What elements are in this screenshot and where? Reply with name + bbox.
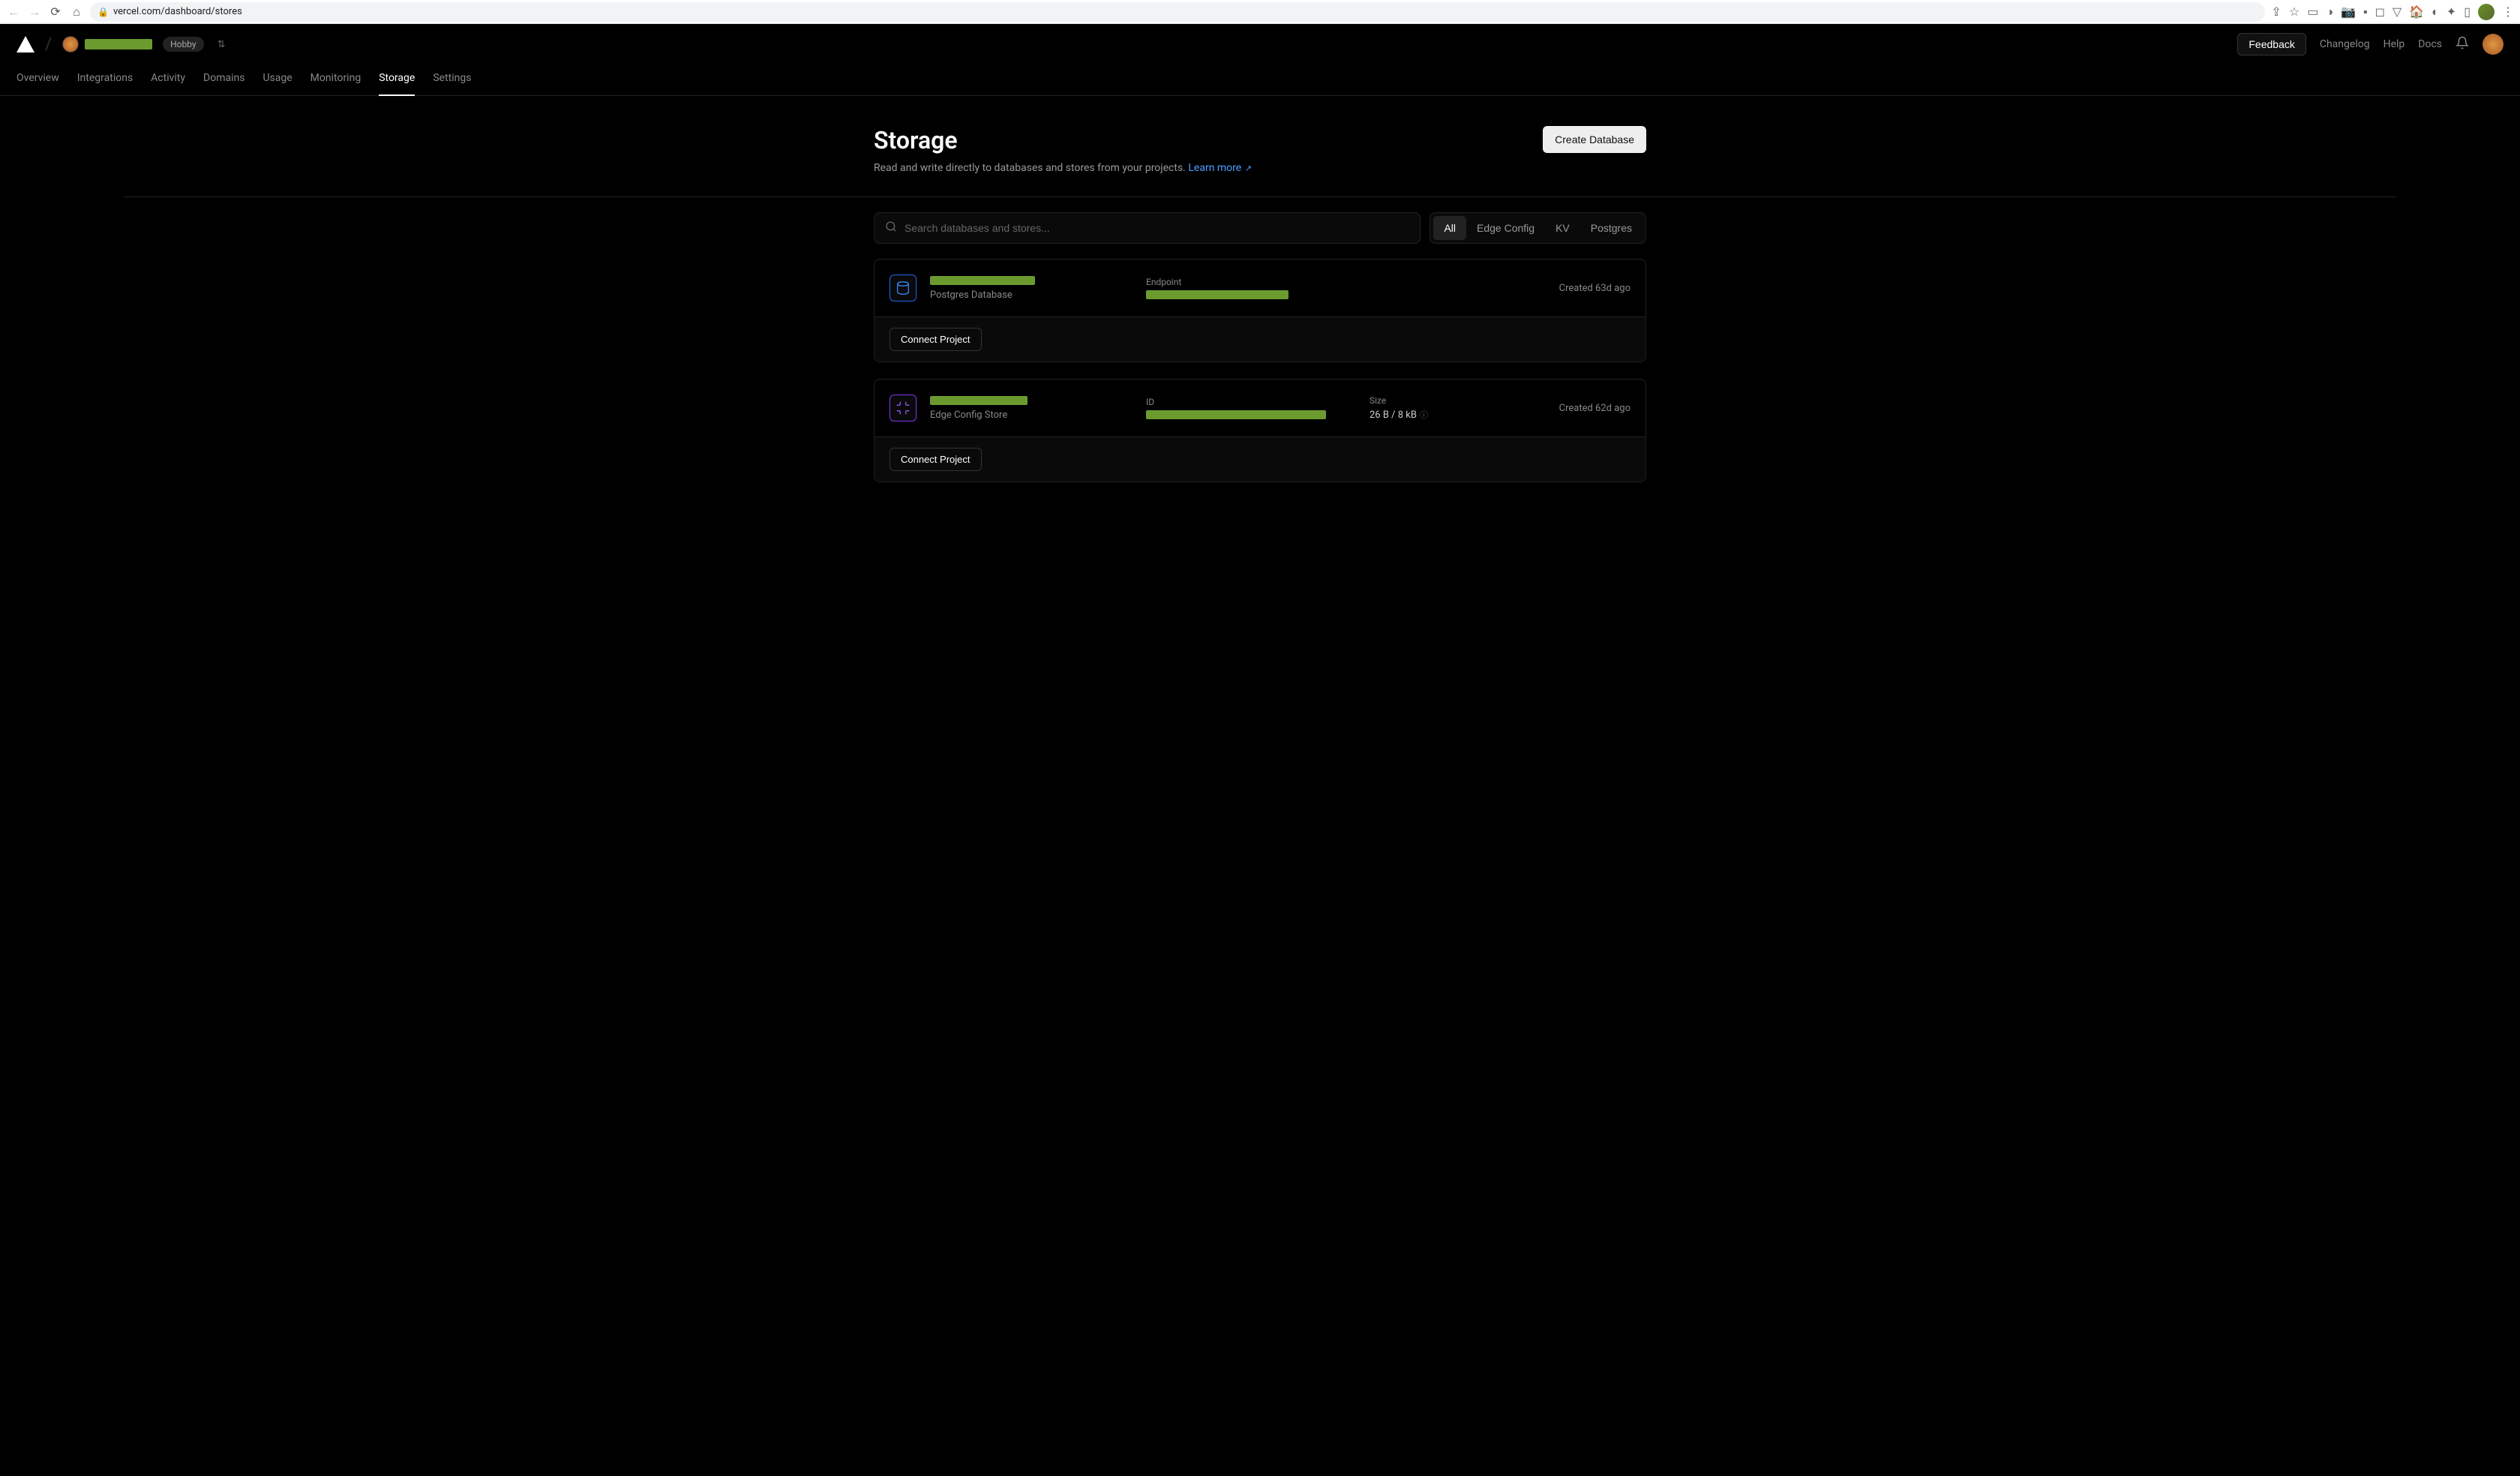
team-name-redacted bbox=[85, 39, 152, 50]
extension-icon-8[interactable]: ◐ bbox=[2432, 4, 2439, 20]
store-created: Created 63d ago bbox=[1559, 283, 1630, 294]
panel-icon[interactable]: ▯ bbox=[2464, 4, 2470, 19]
connect-project-button[interactable]: Connect Project bbox=[890, 448, 982, 471]
store-card-main[interactable]: Postgres Database Endpoint Created 63d a… bbox=[874, 260, 1646, 316]
browser-chrome: ← → ⟳ ⌂ 🔒 vercel.com/dashboard/stores ⇪ … bbox=[0, 0, 2520, 24]
lock-icon: 🔒 bbox=[98, 7, 109, 17]
app: / Hobby ⇅ Feedback Changelog Help Docs O… bbox=[0, 24, 2520, 1476]
info-icon[interactable]: ⓘ bbox=[1420, 410, 1428, 420]
postgres-icon bbox=[890, 274, 916, 302]
extensions-icon[interactable]: ✦ bbox=[2446, 4, 2456, 19]
page-title: Storage bbox=[874, 126, 1252, 154]
store-name-redacted bbox=[930, 276, 1035, 285]
tab-overview[interactable]: Overview bbox=[16, 64, 59, 95]
extension-icon-4[interactable]: ▪ bbox=[2363, 4, 2368, 20]
store-name-redacted bbox=[930, 396, 1028, 405]
forward-button[interactable]: → bbox=[27, 4, 42, 20]
tab-usage[interactable]: Usage bbox=[262, 64, 292, 95]
vercel-logo[interactable] bbox=[16, 36, 34, 52]
page-subtitle: Read and write directly to databases and… bbox=[874, 162, 1252, 174]
back-button[interactable]: ← bbox=[6, 4, 21, 20]
tab-activity[interactable]: Activity bbox=[151, 64, 185, 95]
extension-icon-7[interactable]: 🏠 bbox=[2409, 4, 2424, 19]
store-created: Created 62d ago bbox=[1518, 403, 1630, 414]
top-header: / Hobby ⇅ Feedback Changelog Help Docs bbox=[0, 24, 2520, 64]
filter-postgres[interactable]: Postgres bbox=[1580, 216, 1642, 240]
store-type: Postgres Database bbox=[930, 290, 1132, 301]
meta-label: Endpoint bbox=[1146, 277, 1546, 287]
store-meta-col: ID bbox=[1146, 397, 1356, 419]
search-wrap[interactable] bbox=[874, 212, 1420, 244]
store-meta-col: Endpoint bbox=[1146, 277, 1546, 299]
home-button[interactable]: ⌂ bbox=[69, 4, 84, 20]
store-name-col: Edge Config Store bbox=[930, 396, 1132, 421]
docs-link[interactable]: Docs bbox=[2418, 38, 2442, 50]
extension-icon-2[interactable]: ◑ bbox=[2326, 4, 2333, 20]
header-right: Feedback Changelog Help Docs bbox=[2237, 33, 2504, 56]
create-database-button[interactable]: Create Database bbox=[1543, 126, 1646, 153]
menu-icon[interactable]: ⋮ bbox=[2502, 4, 2514, 19]
edge-config-icon bbox=[890, 394, 916, 422]
store-card-main[interactable]: Edge Config Store ID Size 26 B / 8 kBⓘ C… bbox=[874, 380, 1646, 436]
filter-all[interactable]: All bbox=[1433, 216, 1466, 240]
store-name-col: Postgres Database bbox=[930, 276, 1132, 301]
id-redacted bbox=[1146, 410, 1326, 419]
store-card: Postgres Database Endpoint Created 63d a… bbox=[874, 259, 1646, 362]
plan-badge: Hobby bbox=[163, 37, 204, 52]
extension-icon-1[interactable]: ▭ bbox=[2307, 4, 2318, 19]
size-label: Size bbox=[1370, 395, 1504, 406]
store-card: Edge Config Store ID Size 26 B / 8 kBⓘ C… bbox=[874, 379, 1646, 482]
help-link[interactable]: Help bbox=[2384, 38, 2405, 50]
store-card-footer: Connect Project bbox=[874, 316, 1646, 362]
breadcrumb-slash: / bbox=[45, 35, 52, 54]
feedback-button[interactable]: Feedback bbox=[2237, 33, 2306, 56]
filter-kv[interactable]: KV bbox=[1545, 216, 1580, 240]
store-card-footer: Connect Project bbox=[874, 436, 1646, 482]
meta-label: ID bbox=[1146, 397, 1356, 407]
page-header: Storage Read and write directly to datab… bbox=[874, 126, 1646, 196]
filter-group: All Edge Config KV Postgres bbox=[1430, 212, 1646, 244]
size-value: 26 B / 8 kBⓘ bbox=[1370, 409, 1504, 421]
profile-avatar[interactable] bbox=[2478, 4, 2494, 20]
store-type: Edge Config Store bbox=[930, 410, 1132, 421]
filter-edge-config[interactable]: Edge Config bbox=[1466, 216, 1545, 240]
endpoint-redacted bbox=[1146, 290, 1288, 299]
search-icon bbox=[885, 220, 897, 236]
header-left: / Hobby ⇅ bbox=[16, 35, 228, 54]
extension-icon-6[interactable]: ▽ bbox=[2392, 4, 2402, 19]
bookmark-icon[interactable]: ☆ bbox=[2289, 4, 2300, 19]
search-input[interactable] bbox=[904, 222, 1409, 234]
store-size-col: Size 26 B / 8 kBⓘ bbox=[1370, 395, 1504, 421]
url-text: vercel.com/dashboard/stores bbox=[113, 6, 242, 17]
toolbar: All Edge Config KV Postgres bbox=[874, 197, 1646, 259]
learn-more-link[interactable]: Learn more ↗ bbox=[1188, 162, 1252, 174]
team-switcher[interactable] bbox=[62, 36, 152, 52]
external-link-icon: ↗ bbox=[1243, 164, 1252, 173]
extension-icon-3[interactable]: 📷 bbox=[2341, 4, 2356, 19]
tab-settings[interactable]: Settings bbox=[433, 64, 471, 95]
tab-domains[interactable]: Domains bbox=[203, 64, 244, 95]
user-avatar[interactable] bbox=[2482, 34, 2504, 55]
extension-icon-5[interactable]: ◻ bbox=[2375, 4, 2385, 19]
tab-storage[interactable]: Storage bbox=[379, 64, 415, 96]
chrome-actions: ⇪ ☆ ▭ ◑ 📷 ▪ ◻ ▽ 🏠 ◐ ✦ ▯ ⋮ bbox=[2271, 4, 2514, 20]
changelog-link[interactable]: Changelog bbox=[2320, 38, 2370, 50]
tab-bar: Overview Integrations Activity Domains U… bbox=[0, 64, 2520, 96]
connect-project-button[interactable]: Connect Project bbox=[890, 328, 982, 351]
url-bar[interactable]: 🔒 vercel.com/dashboard/stores bbox=[90, 2, 2265, 22]
notifications-icon[interactable] bbox=[2456, 36, 2469, 52]
page: Storage Read and write directly to datab… bbox=[874, 96, 1646, 482]
team-avatar bbox=[62, 36, 79, 52]
reload-button[interactable]: ⟳ bbox=[48, 4, 63, 20]
scope-switcher-icon[interactable]: ⇅ bbox=[214, 38, 229, 52]
tab-integrations[interactable]: Integrations bbox=[77, 64, 133, 95]
share-icon[interactable]: ⇪ bbox=[2271, 4, 2281, 19]
tab-monitoring[interactable]: Monitoring bbox=[310, 64, 362, 95]
